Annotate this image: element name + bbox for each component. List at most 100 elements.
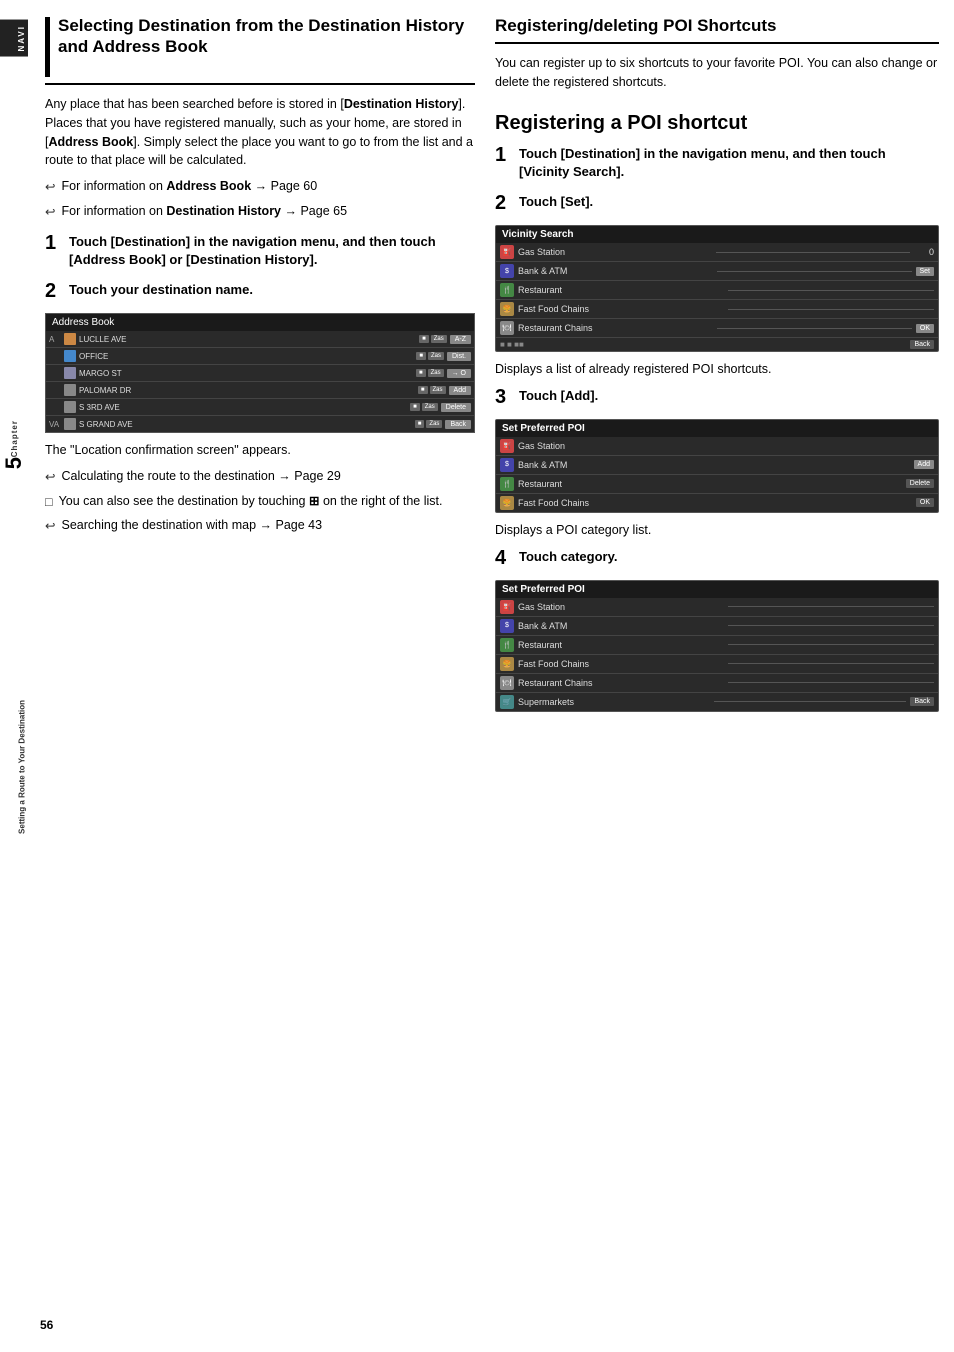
main-content: Selecting Destination from the Destinati…	[30, 0, 954, 735]
arrow-icon-3: ↩	[45, 469, 55, 487]
left-section-title: Selecting Destination from the Destinati…	[58, 15, 475, 58]
ab-o-btn[interactable]: → O	[447, 369, 471, 378]
vicinity-row-5: 🍽 Restaurant Chains OK	[496, 319, 938, 338]
ab-btns-5: ■ Zas	[410, 403, 438, 411]
step-1: 1 Touch [Destination] in the navigation …	[45, 233, 475, 269]
gas-icon-2: ⛽	[500, 439, 514, 453]
ab-btns-3: ■ Zas	[416, 369, 444, 377]
ab-icon-3	[64, 367, 76, 379]
sub-bullet-1: ↩ Calculating the route to the destinati…	[45, 468, 475, 487]
ab-dist-btn[interactable]: Dist.	[447, 352, 471, 361]
ab-row-3: MARGO ST ■ Zas → O	[46, 365, 474, 382]
ab-btn-zoom-2[interactable]: Zas	[428, 352, 444, 360]
ab-name-1: LUCLLE AVE	[79, 335, 416, 344]
ok-btn-1[interactable]: OK	[916, 324, 934, 333]
poi-label-2: Bank & ATM	[518, 460, 910, 470]
ab-name-2: OFFICE	[79, 352, 413, 361]
ab-letter-6: VA	[49, 420, 61, 429]
subsection-title-1: Registering a POI shortcut	[495, 112, 939, 135]
ab-name-6: S GRAND AVE	[79, 420, 412, 429]
vicinity-label-3: Restaurant	[518, 285, 724, 295]
set-preferred-poi-header-2: Set Preferred POI	[496, 581, 938, 598]
ab-name-4: PALOMAR DR	[79, 386, 415, 395]
ab-letter-1: A	[49, 335, 61, 344]
fast-food-icon-2: 🍔	[500, 496, 514, 510]
ab-btn-zoom-5[interactable]: Zas	[422, 403, 438, 411]
ab-btn-map-6[interactable]: ■	[415, 420, 425, 428]
section-bar	[45, 17, 50, 77]
right-step-3: 3 Touch [Add].	[495, 387, 939, 407]
ab-screen-header: Address Book	[46, 314, 474, 331]
ab-row-6: VA S GRAND AVE ■ Zas Back	[46, 416, 474, 432]
set-preferred-poi-header-1: Set Preferred POI	[496, 420, 938, 437]
ab-row-5: S 3RD AVE ■ Zas Delete	[46, 399, 474, 416]
ab-icon-1	[64, 333, 76, 345]
vicinity-icons-row: ■ ■ ■■	[500, 340, 906, 349]
fast-food-icon-3: 🍔	[500, 657, 514, 671]
step-2-text: Touch your destination name.	[69, 281, 253, 299]
preferred-caption-1: Displays a POI category list.	[495, 521, 939, 540]
ab-btn-map-5[interactable]: ■	[410, 403, 420, 411]
delete-btn-1[interactable]: Delete	[906, 479, 934, 488]
step-2: 2 Touch your destination name.	[45, 281, 475, 301]
poi2-label-4: Fast Food Chains	[518, 659, 724, 669]
poi-label-3: Restaurant	[518, 479, 902, 489]
bullet-text-1: For information on Address Book → Page 6…	[61, 178, 317, 196]
right-intro: You can register up to six shortcuts to …	[495, 54, 939, 92]
ab-name-3: MARGO ST	[79, 369, 413, 378]
bank-icon-1: $	[500, 264, 514, 278]
vicinity-dash-3	[728, 290, 934, 291]
right-section-title: Registering/deleting POI Shortcuts	[495, 15, 939, 36]
vicinity-label-5: Restaurant Chains	[518, 323, 713, 333]
poi2-row-3: 🍴 Restaurant	[496, 636, 938, 655]
poi-label-4: Fast Food Chains	[518, 498, 912, 508]
ab-btn-zoom-3[interactable]: Zas	[428, 369, 444, 377]
set-btn[interactable]: Set	[916, 267, 935, 276]
bank-icon-3: $	[500, 619, 514, 633]
chapter-number: 5	[1, 457, 27, 469]
vicinity-dash-4	[728, 309, 934, 310]
back-btn-1[interactable]: Back	[910, 340, 934, 349]
ab-btn-zoom-4[interactable]: Zas	[430, 386, 446, 394]
right-step-number-3: 3	[495, 387, 511, 407]
ab-btn-map-4[interactable]: ■	[418, 386, 428, 394]
poi2-row-2: $ Bank & ATM	[496, 617, 938, 636]
vicinity-dash-2	[717, 271, 912, 272]
bank-icon-2: $	[500, 458, 514, 472]
right-step-3-text: Touch [Add].	[519, 387, 598, 405]
right-step-1: 1 Touch [Destination] in the navigation …	[495, 145, 939, 181]
sub-bullet-2: □ You can also see the destination by to…	[45, 493, 475, 512]
vicinity-dash-1	[716, 252, 910, 253]
vicinity-row-3: 🍴 Restaurant	[496, 281, 938, 300]
vicinity-caption: Displays a list of already registered PO…	[495, 360, 939, 379]
poi2-label-3: Restaurant	[518, 640, 724, 650]
vicinity-label-4: Fast Food Chains	[518, 304, 724, 314]
add-btn-1[interactable]: Add	[914, 460, 934, 469]
vicinity-row-2: $ Bank & ATM Set	[496, 262, 938, 281]
ok-btn-2[interactable]: OK	[916, 498, 934, 507]
ab-btn-zoom-6[interactable]: Zas	[426, 420, 442, 428]
poi-row-1: ⛽ Gas Station	[496, 437, 938, 456]
ab-delete-btn[interactable]: Delete	[441, 403, 471, 412]
ab-back-btn[interactable]: Back	[445, 420, 471, 429]
ab-btns-6: ■ Zas	[415, 420, 443, 428]
dest-label: Setting a Route to Your Destination	[0, 700, 28, 834]
restaurant-icon-3: 🍴	[500, 638, 514, 652]
poi2-row-4: 🍔 Fast Food Chains	[496, 655, 938, 674]
ab-btn-map-1[interactable]: ■	[419, 335, 429, 343]
back-btn-2[interactable]: Back	[910, 697, 934, 706]
navi-label: NAVI	[0, 20, 28, 57]
ab-title: Address Book	[52, 317, 114, 328]
right-step-number-1: 1	[495, 145, 511, 165]
ab-btns-1: ■ Zas	[419, 335, 447, 343]
ab-az-btn[interactable]: A-Z	[450, 335, 471, 344]
sub-bullet-text-3: Searching the destination with map → Pag…	[61, 517, 322, 535]
arrow-icon-4: ↩	[45, 518, 55, 536]
ab-add-btn[interactable]: Add	[449, 386, 471, 395]
vicinity-search-screen: Vicinity Search ⛽ Gas Station 0 $ Bank &…	[495, 225, 939, 352]
ab-btn-zoom-1[interactable]: Zas	[431, 335, 447, 343]
gas-icon-1: ⛽	[500, 245, 514, 259]
ab-btn-map-3[interactable]: ■	[416, 369, 426, 377]
ab-btn-map-2[interactable]: ■	[416, 352, 426, 360]
bullet-address-book: ↩ For information on Address Book → Page…	[45, 178, 475, 197]
